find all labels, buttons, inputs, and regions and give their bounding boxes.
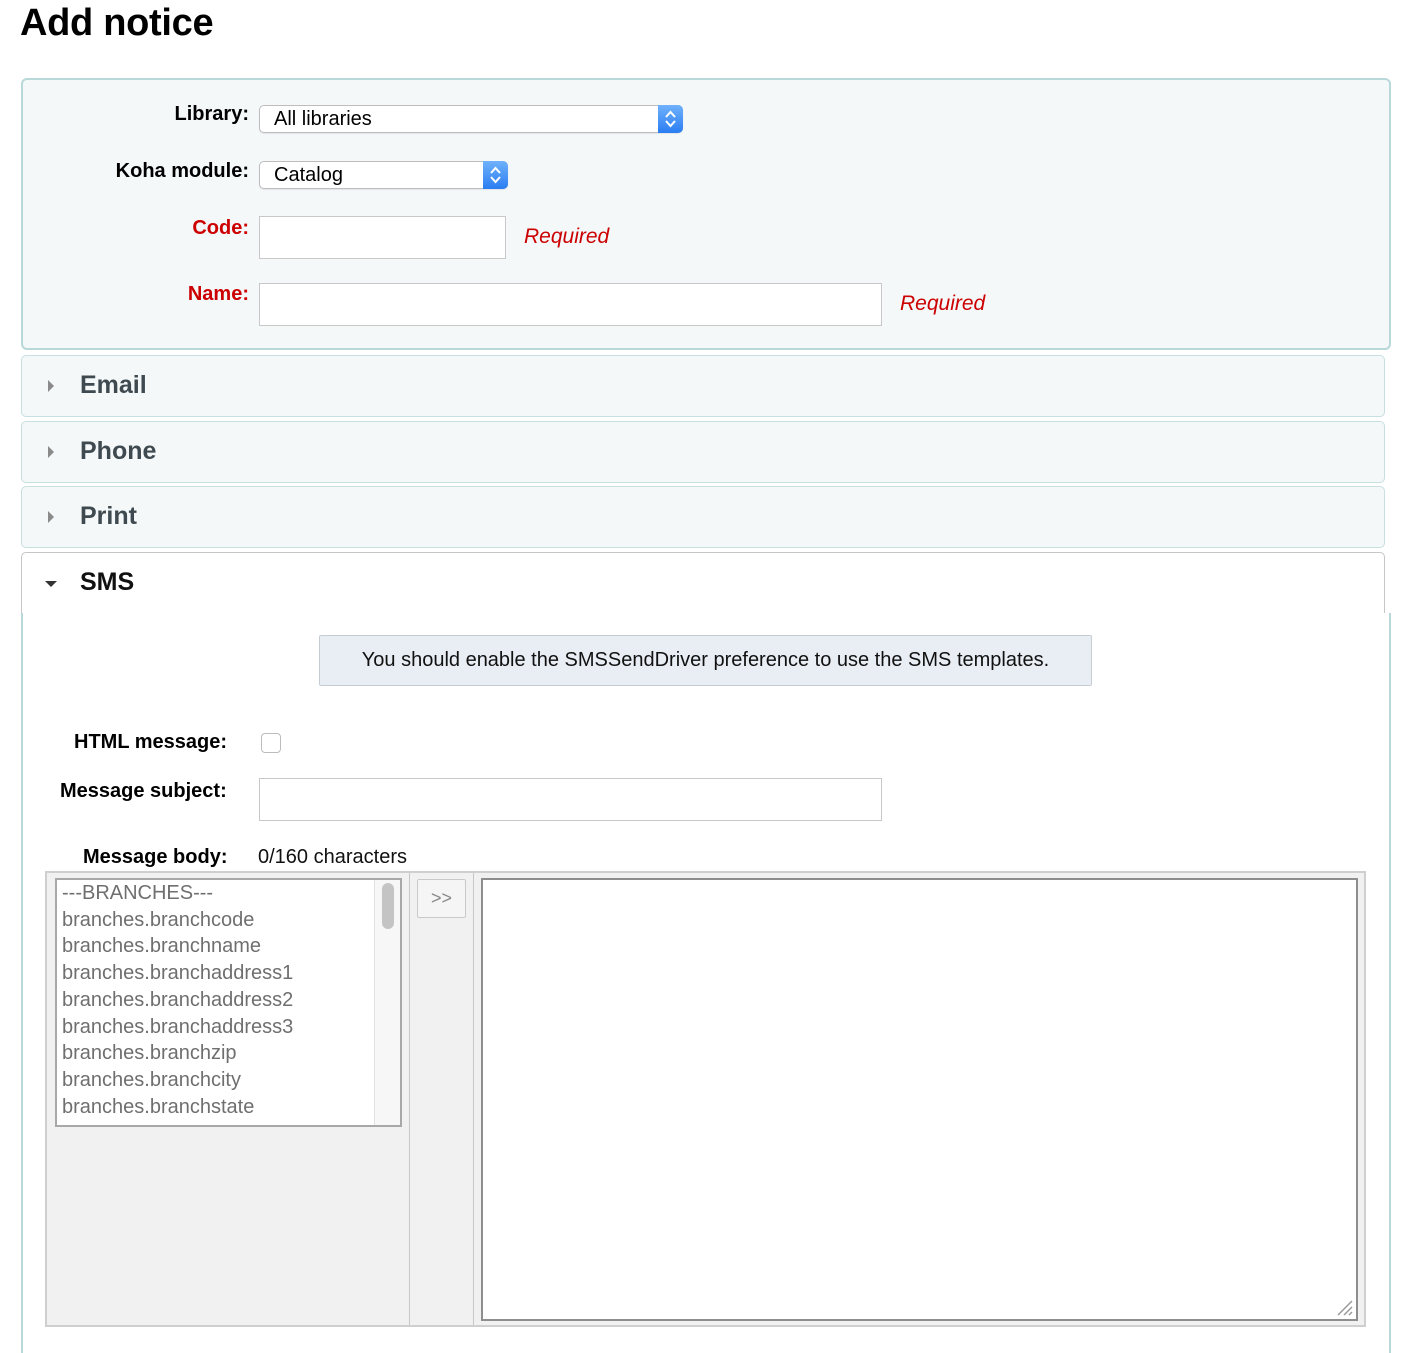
column-divider xyxy=(409,873,410,1325)
koha-module-select[interactable]: Catalog xyxy=(259,161,508,189)
field-option[interactable]: branches.branchstate xyxy=(57,1094,400,1121)
code-required-hint: Required xyxy=(524,225,610,248)
name-required-hint: Required xyxy=(900,292,986,315)
library-select-value: All libraries xyxy=(274,108,372,130)
field-option[interactable]: branches.branchcode xyxy=(57,907,400,934)
section-print-label: Print xyxy=(80,502,137,530)
section-sms-label: SMS xyxy=(80,568,135,596)
section-print-header[interactable]: Print xyxy=(21,486,1385,548)
page-title: Add notice xyxy=(20,2,214,44)
section-phone-label: Phone xyxy=(80,437,157,465)
field-option[interactable]: branches.branchaddress2 xyxy=(57,987,400,1014)
code-input[interactable] xyxy=(259,216,506,259)
message-subject-label: Message subject: xyxy=(60,780,227,802)
field-list[interactable]: ---BRANCHES--- branches.branchcode branc… xyxy=(55,878,402,1127)
field-option[interactable]: branches.branchzip xyxy=(57,1040,400,1067)
resize-grip-icon[interactable] xyxy=(1332,1295,1354,1317)
library-label: Library: xyxy=(174,103,249,125)
name-label: Name: xyxy=(187,283,249,305)
section-email-header[interactable]: Email xyxy=(21,355,1385,417)
section-phone-header[interactable]: Phone xyxy=(21,421,1385,483)
caret-down-icon xyxy=(45,581,57,587)
select-arrows-icon xyxy=(658,105,683,133)
message-body-textarea[interactable] xyxy=(481,878,1358,1321)
caret-right-icon xyxy=(48,380,54,392)
select-arrows-icon xyxy=(483,161,508,189)
message-subject-input[interactable] xyxy=(259,778,882,821)
sms-driver-notice: You should enable the SMSSendDriver pref… xyxy=(319,635,1092,686)
field-list-scrollbar[interactable] xyxy=(374,880,400,1125)
character-counter: 0/160 characters xyxy=(258,846,407,868)
html-message-label: HTML message: xyxy=(74,731,228,753)
field-option[interactable]: ---BRANCHES--- xyxy=(57,880,400,907)
field-option[interactable]: branches.branchname xyxy=(57,933,400,960)
field-option[interactable]: branches.branchcity xyxy=(57,1067,400,1094)
html-message-checkbox[interactable] xyxy=(261,733,281,753)
field-option[interactable]: branches.branchaddress1 xyxy=(57,960,400,987)
caret-right-icon xyxy=(48,446,54,458)
koha-module-label: Koha module: xyxy=(115,160,249,182)
column-divider xyxy=(473,873,474,1325)
message-body-editor: ---BRANCHES--- branches.branchcode branc… xyxy=(45,871,1366,1327)
code-label: Code: xyxy=(192,217,249,239)
field-option[interactable]: branches.branchaddress3 xyxy=(57,1014,400,1041)
section-sms-header[interactable]: SMS xyxy=(21,552,1385,614)
koha-module-select-value: Catalog xyxy=(274,164,343,186)
caret-right-icon xyxy=(48,511,54,523)
message-body-label: Message body: xyxy=(83,846,228,868)
scrollbar-thumb[interactable] xyxy=(382,883,394,929)
library-select[interactable]: All libraries xyxy=(259,105,683,133)
section-email-label: Email xyxy=(80,371,147,399)
name-input[interactable] xyxy=(259,283,882,326)
insert-field-button[interactable]: >> xyxy=(417,879,466,918)
